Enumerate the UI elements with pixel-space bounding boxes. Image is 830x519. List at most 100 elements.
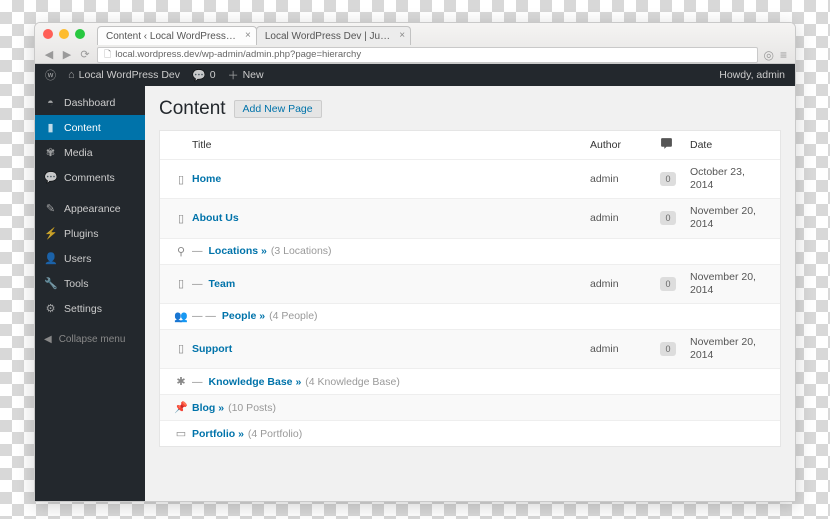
user-icon: 👤	[44, 252, 57, 265]
zoom-window-icon[interactable]	[75, 29, 85, 39]
indent-dash: —	[192, 278, 203, 290]
row-title-link[interactable]: Support	[192, 343, 232, 355]
sidebar-item-users[interactable]: 👤 Users	[35, 246, 145, 271]
table-row[interactable]: 👥— — People » (4 People)	[160, 303, 780, 329]
sidebar-item-label: Users	[64, 253, 91, 265]
row-author: admin	[590, 173, 660, 185]
collapse-icon: ◀	[44, 334, 52, 345]
column-date[interactable]: Date	[690, 139, 770, 151]
comments-menu[interactable]: 💬 0	[192, 69, 216, 82]
tab-label: Content ‹ Local WordPress…	[106, 31, 236, 42]
sidebar-item-content[interactable]: ▮ Content	[35, 115, 145, 140]
url-bar[interactable]: 🗋 local.wordpress.dev/wp-admin/admin.php…	[97, 47, 758, 63]
row-title-link[interactable]: Blog »	[192, 402, 224, 414]
row-date: October 23, 2014	[690, 166, 770, 192]
portfolio-icon: ▭	[170, 427, 192, 440]
sidebar-item-label: Appearance	[64, 203, 121, 215]
indent-dash: —	[192, 376, 203, 388]
forward-icon[interactable]: ▶	[61, 49, 73, 61]
row-count: (4 Knowledge Base)	[305, 376, 400, 388]
add-new-page-button[interactable]: Add New Page	[234, 100, 322, 118]
site-name-menu[interactable]: ⌂ Local WordPress Dev	[68, 69, 180, 81]
sidebar-item-plugins[interactable]: ⚡ Plugins	[35, 221, 145, 246]
sidebar-item-comments[interactable]: 💬 Comments	[35, 165, 145, 190]
plug-icon: ⚡	[44, 227, 57, 240]
row-author: admin	[590, 343, 660, 355]
indent-dash: — —	[192, 310, 216, 322]
row-comments[interactable]: 0	[660, 211, 690, 225]
sidebar-item-label: Settings	[64, 303, 102, 315]
column-title[interactable]: Title	[192, 139, 590, 151]
home-icon: ⌂	[68, 69, 75, 81]
table-row[interactable]: ▭Portfolio » (4 Portfolio)	[160, 420, 780, 446]
menu-icon[interactable]: ≡	[780, 48, 787, 62]
row-title-link[interactable]: People »	[222, 310, 265, 322]
row-title-link[interactable]: Locations »	[209, 245, 267, 257]
row-title-link[interactable]: Team	[209, 278, 236, 290]
wp-admin-bar: ⓦ ⌂ Local WordPress Dev 💬 0 ＋ New Howdy,…	[35, 64, 795, 86]
table-row[interactable]: ▯Homeadmin0October 23, 2014	[160, 159, 780, 198]
page-icon: ▯	[170, 277, 192, 290]
dashboard-icon: ◓	[44, 97, 57, 109]
browser-toolbar: ◀ ▶ ⟳ 🗋 local.wordpress.dev/wp-admin/adm…	[35, 45, 795, 64]
row-author: admin	[590, 278, 660, 290]
back-icon[interactable]: ◀	[43, 49, 55, 61]
browser-chrome: Content ‹ Local WordPress… × Local WordP…	[35, 23, 795, 64]
row-comments[interactable]: 0	[660, 342, 690, 356]
row-title-link[interactable]: Knowledge Base »	[209, 376, 302, 388]
traffic-lights[interactable]	[43, 29, 85, 39]
tab-close-icon[interactable]: ×	[245, 30, 251, 41]
row-title: — Team	[192, 278, 590, 290]
row-title: Portfolio » (4 Portfolio)	[192, 428, 590, 440]
close-window-icon[interactable]	[43, 29, 53, 39]
row-title-link[interactable]: Home	[192, 173, 221, 185]
sidebar-item-tools[interactable]: 🔧 Tools	[35, 271, 145, 296]
table-row[interactable]: ▯About Usadmin0November 20, 2014	[160, 198, 780, 237]
heading-row: Content Add New Page	[159, 98, 781, 120]
table-row[interactable]: ✱— Knowledge Base » (4 Knowledge Base)	[160, 368, 780, 394]
wrench-icon: 🔧	[44, 277, 57, 290]
sidebar-item-dashboard[interactable]: ◓ Dashboard	[35, 90, 145, 115]
wp-logo-menu[interactable]: ⓦ	[45, 67, 56, 83]
browser-tab[interactable]: Local WordPress Dev | Ju… ×	[256, 26, 411, 45]
tab-close-icon[interactable]: ×	[399, 30, 405, 41]
new-content-menu[interactable]: ＋ New	[228, 67, 264, 83]
comment-icon: 💬	[44, 171, 57, 184]
collapse-menu[interactable]: ◀ Collapse menu	[35, 327, 145, 352]
column-comments[interactable]	[660, 137, 690, 153]
column-author[interactable]: Author	[590, 139, 660, 151]
row-count: (4 Portfolio)	[248, 428, 302, 440]
minimize-window-icon[interactable]	[59, 29, 69, 39]
url-text: local.wordpress.dev/wp-admin/admin.php?p…	[115, 49, 361, 60]
reload-icon[interactable]: ⟳	[79, 49, 91, 61]
plus-icon: ＋	[228, 67, 239, 83]
row-title-link[interactable]: About Us	[192, 212, 239, 224]
row-title: About Us	[192, 212, 590, 224]
sidebar-item-settings[interactable]: ⚙ Settings	[35, 296, 145, 321]
comment-count: 0	[210, 69, 216, 81]
gear-icon: ⚙	[44, 302, 57, 315]
extension-icon[interactable]: ◎	[764, 48, 774, 62]
row-title: — Locations » (3 Locations)	[192, 245, 590, 257]
page-title: Content	[159, 98, 226, 120]
account-menu[interactable]: Howdy, admin	[719, 69, 785, 81]
admin-sidebar: ◓ Dashboard ▮ Content ✾ Media 💬 Comments…	[35, 86, 145, 501]
table-row[interactable]: ▯Supportadmin0November 20, 2014	[160, 329, 780, 368]
table-row[interactable]: ⚲— Locations » (3 Locations)	[160, 238, 780, 264]
kb-icon: ✱	[170, 375, 192, 388]
row-comments[interactable]: 0	[660, 172, 690, 186]
wp-admin: ◓ Dashboard ▮ Content ✾ Media 💬 Comments…	[35, 86, 795, 501]
sidebar-item-label: Tools	[64, 278, 89, 290]
sidebar-item-label: Media	[64, 147, 93, 159]
row-comments[interactable]: 0	[660, 277, 690, 291]
content-table: Title Author Date ▯Homeadmin0October 23,…	[159, 130, 781, 447]
table-row[interactable]: ▯— Teamadmin0November 20, 2014	[160, 264, 780, 303]
row-title-link[interactable]: Portfolio »	[192, 428, 244, 440]
sidebar-item-media[interactable]: ✾ Media	[35, 140, 145, 165]
browser-window: Content ‹ Local WordPress… × Local WordP…	[34, 22, 796, 502]
row-title: Support	[192, 343, 590, 355]
table-row[interactable]: 📌Blog » (10 Posts)	[160, 394, 780, 420]
table-header: Title Author Date	[160, 131, 780, 159]
browser-tab-active[interactable]: Content ‹ Local WordPress… ×	[97, 26, 257, 45]
sidebar-item-appearance[interactable]: ✎ Appearance	[35, 196, 145, 221]
